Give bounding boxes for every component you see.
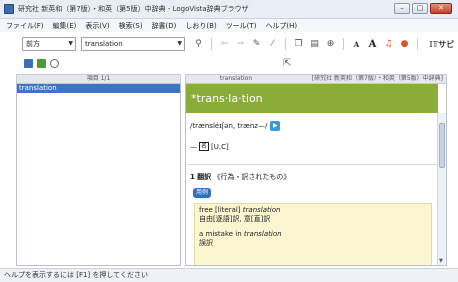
stop-icon[interactable]: ● — [399, 39, 410, 49]
separator — [211, 38, 212, 50]
binoculars-icon[interactable]: ⚲ — [193, 39, 204, 49]
audio-icon[interactable]: ♫ — [383, 39, 394, 49]
example-en-word: translation — [242, 206, 281, 214]
pos-mark: 名 — [199, 142, 210, 151]
sense-row: 1 翻訳 《行為・訳されたもの》 — [190, 172, 290, 182]
close-button[interactable]: ✕ — [430, 3, 452, 14]
pos-tags: [U,C] — [211, 142, 229, 151]
status-bar: ヘルプを表示するには [F1] を押してください — [0, 268, 458, 282]
sense-keyword: 翻訳 — [197, 173, 212, 181]
example-en-prefix: a mistake in — [199, 230, 242, 238]
back-arrow-icon[interactable]: ⇐ — [219, 39, 230, 49]
headword: *trans·la·tion — [186, 84, 438, 113]
part-of-speech-row: — 名 [U,C] — [190, 142, 229, 151]
font-smaller-icon[interactable]: A — [351, 40, 362, 49]
toolbar-icons: ⚲ ⇐ ⇒ ✎ ⁄ ❐ ▤ ⊕ A A ♫ ● 𝕀𝕋サビ — [193, 38, 454, 50]
window-title: 研究社 新英和（第7版）・和英（第5版）中辞典 - LogoVista辞典ブラウ… — [18, 5, 249, 13]
menu-bar: ファイル(F) 編集(E) 表示(V) 検索(S) 辞書(D) しおり(B) ツ… — [0, 19, 458, 32]
zoom-icon[interactable]: ⊕ — [325, 39, 336, 49]
copy-icon[interactable]: ❐ — [293, 39, 304, 49]
pencil-icon[interactable]: ✎ — [251, 39, 262, 49]
content-header-word: translation — [219, 75, 253, 82]
content-header-dictionary: [研究社 新英和（第7版）・和英（第5版）中辞典] — [311, 75, 443, 82]
content-header: translation [研究社 新英和（第7版）・和英（第5版）中辞典] — [185, 74, 447, 84]
pronunciation-row: /trænsléɪʃən, trænz—/ ▶ — [190, 121, 281, 131]
grid-icon[interactable] — [37, 58, 46, 68]
menu-bookmark[interactable]: しおり(B) — [185, 21, 216, 31]
sense-number: 1 — [190, 173, 195, 181]
search-mode-value: 前方 — [26, 40, 40, 48]
secondary-toolbar — [0, 56, 458, 70]
entry-list[interactable]: translation — [16, 84, 181, 266]
example-box: free [literal] translation 自由[逐語]訳, 意[直]… — [194, 203, 432, 265]
menu-tools[interactable]: ツール(T) — [226, 21, 257, 31]
marker-icon[interactable]: ⁄ — [267, 39, 278, 49]
search-mode-select[interactable]: 前方 ▼ — [22, 37, 76, 51]
menu-search[interactable]: 検索(S) — [119, 21, 143, 31]
layout-icon[interactable] — [24, 58, 33, 68]
example-en: a mistake in translation — [199, 230, 427, 239]
title-bar: 研究社 新英和（第7版）・和英（第5版）中辞典 - LogoVista辞典ブラウ… — [0, 0, 458, 19]
sense-text: 《行為・訳されたもの》 — [213, 173, 291, 181]
chevron-down-icon: ▼ — [68, 40, 73, 47]
jump-button[interactable]: 𝕀𝕋サビ — [429, 39, 454, 50]
divider — [186, 164, 438, 165]
separator — [417, 38, 418, 50]
example-en-prefix: free [literal] — [199, 206, 241, 214]
maximize-button[interactable]: □ — [412, 3, 428, 14]
vertical-scrollbar[interactable]: ▼ — [437, 113, 446, 265]
example-en: free [literal] translation — [199, 206, 427, 215]
menu-help[interactable]: ヘルプ(H) — [265, 21, 297, 31]
list-item[interactable]: translation — [17, 84, 180, 93]
menu-edit[interactable]: 編集(E) — [53, 21, 77, 31]
separator — [285, 38, 286, 50]
dash: — — [190, 142, 197, 151]
mouse-cursor-icon: ⇱ — [283, 58, 292, 69]
pronunciation: /trænsléɪʃən, trænz—/ — [190, 122, 268, 130]
dictionary-content: *trans·la·tion /trænsléɪʃən, trænz—/ ▶ —… — [185, 84, 447, 266]
font-larger-icon[interactable]: A — [367, 39, 378, 50]
play-audio-icon[interactable]: ▶ — [270, 121, 281, 131]
app-icon — [4, 4, 14, 14]
window-controls: – □ ✕ — [394, 3, 452, 14]
example-ja: 誤訳 — [199, 239, 213, 247]
minimize-button[interactable]: – — [394, 3, 410, 14]
settings-icon[interactable] — [50, 58, 59, 68]
scroll-thumb[interactable] — [439, 123, 445, 168]
forward-arrow-icon[interactable]: ⇒ — [235, 39, 246, 49]
menu-view[interactable]: 表示(V) — [85, 21, 109, 31]
example-en-word: translation — [243, 230, 282, 238]
search-input[interactable]: translation ▼ — [81, 37, 185, 51]
menu-dictionary[interactable]: 辞書(D) — [152, 21, 177, 31]
menu-file[interactable]: ファイル(F) — [6, 21, 44, 31]
separator — [343, 38, 344, 50]
paste-icon[interactable]: ▤ — [309, 39, 320, 49]
usage-badge[interactable]: 用例 — [193, 188, 212, 198]
main-toolbar: 前方 ▼ translation ▼ ⚲ ⇐ ⇒ ✎ ⁄ ❐ ▤ ⊕ A A ♫… — [0, 34, 458, 54]
example-ja: 自由[逐語]訳, 意[直]訳 — [199, 215, 271, 223]
list-header: 項目 1/1 — [16, 74, 181, 84]
search-input-value: translation — [85, 40, 123, 48]
scroll-down-icon[interactable]: ▼ — [439, 258, 443, 264]
chevron-down-icon: ▼ — [177, 40, 182, 47]
